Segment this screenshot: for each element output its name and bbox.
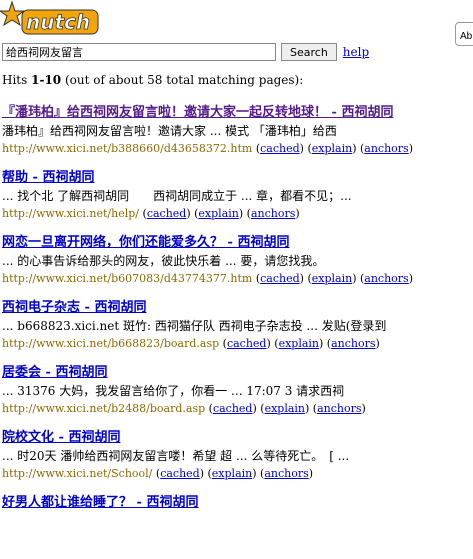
result-meta: http://www.xici.net/b668823/board.asp (c… (2, 337, 380, 350)
result-item: 院校文化 - 西祠胡同 ... 时20天 潘帅给西祠网友留言喽！希望 超 ...… (2, 429, 473, 494)
anchors-link[interactable]: anchors (317, 402, 361, 415)
explain-link[interactable]: explain (279, 337, 319, 350)
explain-link[interactable]: explain (198, 207, 238, 220)
search-button[interactable]: Search (281, 43, 337, 61)
explain-link[interactable]: explain (312, 142, 352, 155)
result-item: 帮助 - 西祠胡同 ... 找个北 了解西祠胡同 西祠胡同成立于 ... 章，都… (2, 169, 473, 234)
result-snippet: 潘玮柏』给西祠网友留言啦！邀请大家 ... 模式 「潘玮柏」给西 (2, 124, 337, 138)
result-title-link[interactable]: 居委会 - 西祠胡同 (2, 364, 473, 382)
result-url: http://www.xici.net/b388660/d43658372.ht… (2, 142, 253, 155)
hits-range: 1-10 (31, 73, 62, 87)
result-title-link[interactable]: 网恋一旦离开网络，你们还能爱多久？ - 西祠胡同 (2, 234, 473, 252)
anchors-link[interactable]: anchors (331, 337, 375, 350)
result-url: http://www.xici.net/School/ (2, 467, 153, 480)
result-title-link[interactable]: 好男人都让谁给睡了？ - 西祠胡同 (2, 494, 473, 512)
search-bar: Search help (2, 42, 369, 62)
result-meta: http://www.xici.net/b607083/d43774377.ht… (2, 272, 413, 285)
result-title-link[interactable]: 帮助 - 西祠胡同 (2, 169, 473, 187)
result-title-link[interactable]: 西祠电子杂志 - 西祠胡同 (2, 299, 473, 317)
cached-link[interactable]: cached (260, 142, 300, 155)
about-tab[interactable]: Ab (455, 22, 473, 46)
result-url: http://www.xici.net/b607083/d43774377.ht… (2, 272, 253, 285)
result-snippet: ... 31376 大妈，我发留言给你了，你看一 ... 17:07 3 请求西… (2, 384, 345, 398)
result-meta: http://www.xici.net/b388660/d43658372.ht… (2, 142, 413, 155)
result-snippet: ... b668823.xici.net 斑竹: 西祠猫仔队 西祠电子杂志投 .… (2, 319, 387, 333)
result-meta: http://www.xici.net/School/ (cached) (ex… (2, 467, 314, 480)
result-snippet: ... 的心事告诉给那头的网友，彼此快乐着 ... 要，请您找我。 (2, 254, 325, 268)
result-url: http://www.xici.net/b2488/board.asp (2, 402, 206, 415)
cached-link[interactable]: cached (147, 207, 187, 220)
logo-text: nutch (26, 10, 90, 34)
result-item: 『潘玮柏』给西祠网友留言啦！邀请大家一起反转地球！ - 西祠胡同 潘玮柏』给西祠… (2, 104, 473, 169)
help-link[interactable]: help (343, 45, 369, 59)
explain-link[interactable]: explain (212, 467, 252, 480)
results-list: 『潘玮柏』给西祠网友留言啦！邀请大家一起反转地球！ - 西祠胡同 潘玮柏』给西祠… (2, 104, 473, 559)
result-item: 居委会 - 西祠胡同 ... 31376 大妈，我发留言给你了，你看一 ... … (2, 364, 473, 429)
cached-link[interactable]: cached (213, 402, 253, 415)
result-url: http://www.xici.net/b668823/board.asp (2, 337, 220, 350)
hits-summary: Hits 1-10 (out of about 58 total matchin… (2, 73, 303, 87)
result-item: 好男人都让谁给睡了？ - 西祠胡同 (2, 494, 473, 559)
result-title-link[interactable]: 『潘玮柏』给西祠网友留言啦！邀请大家一起反转地球！ - 西祠胡同 (2, 104, 473, 122)
search-input[interactable] (2, 43, 276, 61)
cached-link[interactable]: cached (260, 272, 300, 285)
nutch-logo[interactable]: nutch (0, 0, 100, 40)
hits-prefix: Hits (2, 73, 32, 87)
result-item: 西祠电子杂志 - 西祠胡同 ... b668823.xici.net 斑竹: 西… (2, 299, 473, 364)
explain-link[interactable]: explain (265, 402, 305, 415)
result-meta: http://www.xici.net/help/ (cached) (expl… (2, 207, 300, 220)
cached-link[interactable]: cached (160, 467, 200, 480)
anchors-link[interactable]: anchors (364, 142, 408, 155)
anchors-link[interactable]: anchors (364, 272, 408, 285)
anchors-link[interactable]: anchors (251, 207, 295, 220)
result-url: http://www.xici.net/help/ (2, 207, 140, 220)
cached-link[interactable]: cached (227, 337, 267, 350)
result-title-link[interactable]: 院校文化 - 西祠胡同 (2, 429, 473, 447)
result-snippet: ... 时20天 潘帅给西祠网友留言喽！希望 超 ... 么等待死亡。 [ ..… (2, 449, 350, 463)
header: nutch Ab (0, 0, 473, 46)
anchors-link[interactable]: anchors (264, 467, 308, 480)
result-snippet: ... 找个北 了解西祠胡同 西祠胡同成立于 ... 章，都看不见；... (2, 189, 352, 203)
result-item: 网恋一旦离开网络，你们还能爱多久？ - 西祠胡同 ... 的心事告诉给那头的网友… (2, 234, 473, 299)
hits-suffix: (out of about 58 total matching pages): (61, 73, 304, 87)
explain-link[interactable]: explain (312, 272, 352, 285)
result-meta: http://www.xici.net/b2488/board.asp (cac… (2, 402, 366, 415)
